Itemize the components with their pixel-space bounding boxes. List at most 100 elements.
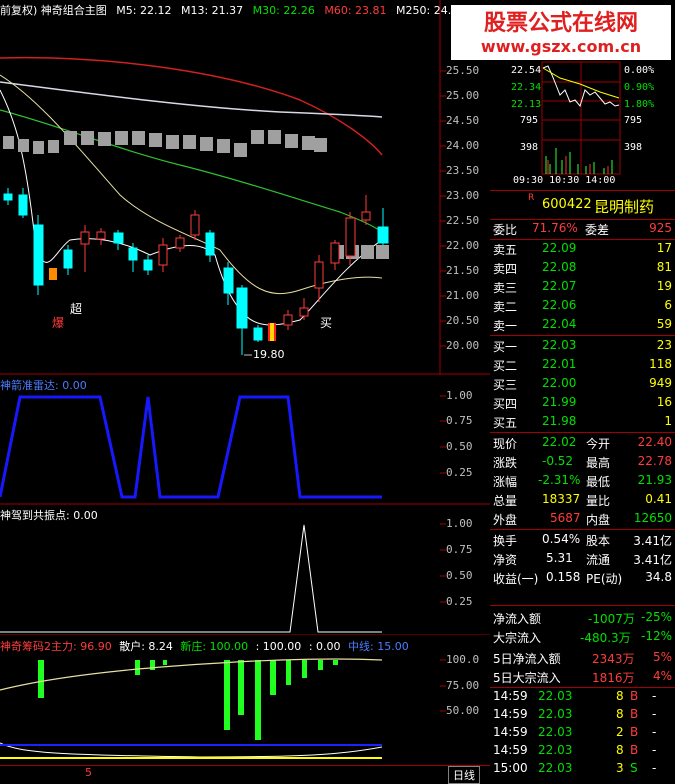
tick-time: 14:59 — [493, 743, 528, 757]
weibi-value: 71.76% — [532, 221, 578, 235]
bid-label: 买二 — [493, 359, 518, 373]
price-tick: 22.50 — [446, 214, 480, 227]
tick-row: 15:00 22.03 3 S - — [490, 760, 675, 778]
stat-value: 22.78 — [637, 454, 672, 468]
tick-dash: - — [652, 689, 657, 703]
flow-value: -480.3万 — [580, 631, 631, 645]
stat-value: 5687 — [550, 511, 581, 525]
resonance-panel[interactable]: 神驾到共振点: 0.00 1.00 0.75 0.50 0.25 — [0, 505, 490, 635]
stat-label: 最高 — [586, 456, 611, 470]
price-tick: 22.00 — [446, 239, 480, 252]
mini-intraday-chart[interactable]: 22.54 22.34 22.13 0.00% 0.90% 1.80% 795 … — [490, 60, 675, 188]
bid-row[interactable]: 买一 22.03 23 — [490, 337, 675, 355]
cap-row: 收益(一) 0.158 PE(动) 34.8 — [490, 569, 675, 587]
main-chart-panel[interactable]: 前复权) 神奇组合主图 M5: 22.12 M13: 21.37 M30: 22… — [0, 0, 490, 375]
tick-row: 14:59 22.03 8 B - — [490, 688, 675, 706]
flow-value: -1007万 — [588, 612, 635, 626]
tick-time: 14:59 — [493, 707, 528, 721]
period-tab[interactable]: 日线 — [448, 766, 480, 784]
radar-tick: 0.25 — [446, 466, 473, 479]
radar-line — [0, 395, 382, 499]
stat-label: 内盘 — [586, 513, 611, 527]
tick-time: 14:59 — [493, 689, 528, 703]
stock-header: R 600422 昆明制药 — [490, 190, 675, 220]
radar-panel[interactable]: 神箭准雷达: 0.00 1.00 0.75 0.50 0.25 — [0, 375, 490, 505]
flow-pct: 5% — [652, 650, 672, 664]
chips-svg — [0, 658, 446, 759]
tick-price: 22.03 — [538, 743, 573, 757]
mini-vol-2: 398 — [520, 142, 539, 153]
price-tick: 24.00 — [446, 139, 480, 152]
cap-row: 换手 0.54% 股本 3.41亿 — [490, 531, 675, 549]
radar-svg — [0, 395, 490, 505]
ask-price: 22.09 — [542, 241, 577, 255]
watermark-title: 股票公式在线网 — [483, 11, 638, 36]
radar-tick: 0.75 — [446, 414, 473, 427]
flow-value: 1816万 — [592, 671, 635, 685]
ask-row[interactable]: 卖五 22.09 17 — [490, 240, 675, 258]
ask-row[interactable]: 卖三 22.07 19 — [490, 278, 675, 296]
ask-vol: 19 — [656, 279, 672, 293]
stock-name: 昆明制药 — [594, 198, 655, 216]
flow-value: 2343万 — [592, 652, 635, 666]
stat-value: 22.02 — [542, 435, 577, 449]
stat-value: -0.52 — [542, 454, 574, 468]
weicha-label: 委差 — [585, 223, 610, 237]
tick-dash: - — [652, 761, 657, 775]
flow-label: 5日大宗流入 — [493, 671, 561, 685]
cap-label: 股本 — [586, 534, 611, 548]
tick-side: B — [630, 725, 639, 739]
ask-price: 22.07 — [542, 279, 577, 293]
stat-label: 总量 — [493, 494, 518, 508]
price-tick: 21.00 — [446, 289, 480, 302]
bid-row[interactable]: 买五 21.98 1 — [490, 413, 675, 431]
stat-label: 现价 — [493, 437, 518, 451]
stat-value: 12650 — [633, 511, 672, 525]
stat-row: 外盘 5687 内盘 12650 — [490, 510, 675, 528]
low-price-label: 19.80 — [253, 348, 285, 361]
bid-label: 买四 — [493, 397, 518, 411]
stat-value: 21.93 — [637, 473, 672, 487]
resonance-tick: 0.25 — [446, 595, 473, 608]
price-tick: 24.50 — [446, 114, 480, 127]
ask-row[interactable]: 卖二 22.06 6 — [490, 297, 675, 315]
mini-price-2: 22.13 — [511, 99, 542, 110]
bid-row[interactable]: 买三 22.00 949 — [490, 375, 675, 393]
bid-price: 21.99 — [542, 395, 577, 409]
tick-time: 14:59 — [493, 725, 528, 739]
mini-svg — [541, 61, 621, 175]
mini-times: 09:30 10:30 14:00 — [513, 175, 616, 186]
flow-label: 5日净流入额 — [493, 652, 561, 666]
ask-label: 卖五 — [493, 243, 518, 257]
cap-value: 34.8 — [645, 570, 672, 584]
bid-price: 22.00 — [542, 376, 577, 390]
bid-vol: 118 — [649, 357, 672, 371]
bid-row[interactable]: 买二 22.01 118 — [490, 356, 675, 374]
bid-label: 买一 — [493, 340, 518, 354]
ask-vol: 6 — [664, 298, 672, 312]
flow-row: 大宗流入 -480.3万 -12% — [490, 628, 675, 646]
bottom-strip: 5 日线 — [0, 765, 490, 784]
tick-vol: 2 — [616, 725, 624, 739]
tick-side: S — [630, 761, 638, 775]
chips-bars — [38, 660, 338, 740]
resonance-tick: 0.75 — [446, 543, 473, 556]
tick-dash: - — [652, 743, 657, 757]
cap-label: PE(动) — [586, 572, 623, 586]
flow-label: 净流入额 — [493, 612, 542, 626]
mini-price-1: 22.34 — [511, 82, 542, 93]
bid-row[interactable]: 买四 21.99 16 — [490, 394, 675, 412]
ask-price: 22.04 — [542, 317, 577, 331]
bid-vol: 16 — [656, 395, 672, 409]
ask-row[interactable]: 卖一 22.04 59 — [490, 316, 675, 334]
cap-label: 换手 — [493, 534, 518, 548]
ask-row[interactable]: 卖四 22.08 81 — [490, 259, 675, 277]
ask-price: 22.06 — [542, 298, 577, 312]
cap-row: 净资 5.31 流通 3.41亿 — [490, 550, 675, 568]
ma13-line — [0, 74, 383, 295]
resonance-svg — [0, 523, 490, 635]
tick-price: 22.03 — [538, 689, 573, 703]
cap-value: 0.158 — [546, 570, 581, 584]
chips-panel[interactable]: 神奇筹码2主力: 96.90 散户: 8.24 新庄: 100.00 : 100… — [0, 635, 490, 765]
resonance-tick: 1.00 — [446, 517, 473, 530]
